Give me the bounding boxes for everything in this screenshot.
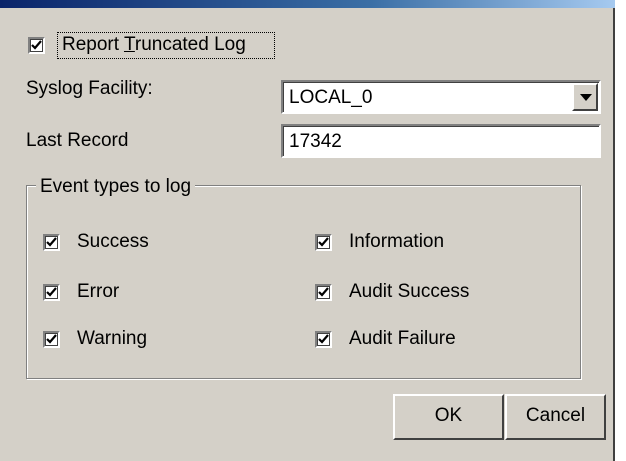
syslog-facility-label: Syslog Facility: — [26, 78, 153, 99]
event-types-legend: Event types to log — [36, 176, 196, 198]
report-truncated-log-label[interactable]: Report Truncated Log — [62, 34, 246, 56]
error-checkbox[interactable] — [43, 284, 60, 301]
dropdown-arrow-button[interactable] — [572, 83, 598, 111]
success-label[interactable]: Success — [77, 231, 149, 253]
information-label[interactable]: Information — [349, 231, 444, 253]
last-record-field[interactable]: 17342 — [281, 124, 601, 158]
last-record-label: Last Record — [26, 130, 129, 151]
warning-label[interactable]: Warning — [77, 328, 147, 350]
error-label[interactable]: Error — [77, 281, 119, 303]
checkmark-icon — [46, 287, 57, 297]
audit-success-label[interactable]: Audit Success — [349, 281, 469, 303]
checkmark-icon — [318, 334, 329, 344]
chevron-down-icon — [580, 94, 592, 101]
accelerator-key: T — [123, 34, 135, 55]
warning-checkbox[interactable] — [43, 331, 60, 348]
cancel-button[interactable]: Cancel — [505, 394, 606, 440]
checkmark-icon — [46, 334, 57, 344]
syslog-facility-value: LOCAL_0 — [289, 87, 373, 108]
checkmark-icon — [318, 237, 329, 247]
checkmark-icon — [31, 40, 42, 50]
ok-button-label: OK — [434, 405, 463, 426]
information-checkbox[interactable] — [315, 234, 332, 251]
audit-failure-checkbox[interactable] — [315, 331, 332, 348]
title-bar-edge — [0, 0, 615, 8]
cancel-button-label: Cancel — [525, 405, 586, 426]
ok-button[interactable]: OK — [393, 394, 504, 440]
last-record-value: 17342 — [289, 131, 342, 152]
label-part: Report — [62, 34, 124, 55]
audit-success-checkbox[interactable] — [315, 284, 332, 301]
success-checkbox[interactable] — [43, 234, 60, 251]
syslog-facility-dropdown[interactable]: LOCAL_0 — [281, 80, 601, 114]
dialog-window: Report Truncated Log Syslog Facility: LO… — [0, 0, 615, 461]
audit-failure-label[interactable]: Audit Failure — [349, 328, 456, 350]
label-part: runcated Log — [134, 34, 246, 55]
report-truncated-log-checkbox[interactable] — [28, 37, 45, 54]
checkmark-icon — [46, 237, 57, 247]
checkmark-icon — [318, 287, 329, 297]
